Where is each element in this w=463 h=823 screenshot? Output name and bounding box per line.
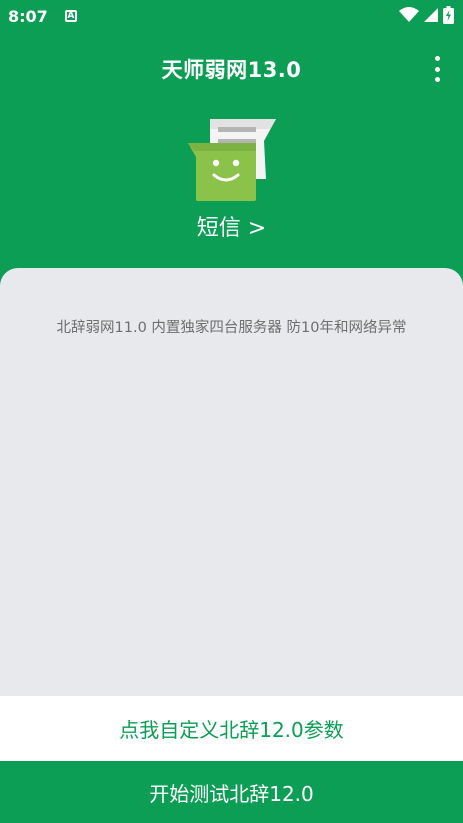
wifi-icon <box>399 7 419 22</box>
more-vert-icon[interactable] <box>429 56 445 82</box>
app-title: 天师弱网13.0 <box>161 58 302 82</box>
toolbar: 天师弱网13.0 <box>0 40 463 96</box>
status-icons <box>399 6 454 24</box>
sms-app-icon[interactable] <box>186 115 278 205</box>
content-card: 北辞弱网11.0 内置独家四台服务器 防10年和网络异常 <box>0 268 463 708</box>
status-bar: 8:07 A <box>0 0 463 32</box>
battery-icon <box>443 6 454 24</box>
notification-a-letter: A <box>67 10 75 21</box>
description-text: 北辞弱网11.0 内置独家四台服务器 防10年和网络异常 <box>56 320 407 336</box>
notification-a-icon: A <box>64 10 77 22</box>
status-time: 8:07 <box>8 6 48 26</box>
start-test-button[interactable]: 开始测试北辞12.0 <box>0 761 463 823</box>
custom-params-button[interactable]: 点我自定义北辞12.0参数 <box>0 696 463 761</box>
signal-icon <box>424 8 438 22</box>
app-label-link[interactable]: 短信 > <box>0 210 463 242</box>
